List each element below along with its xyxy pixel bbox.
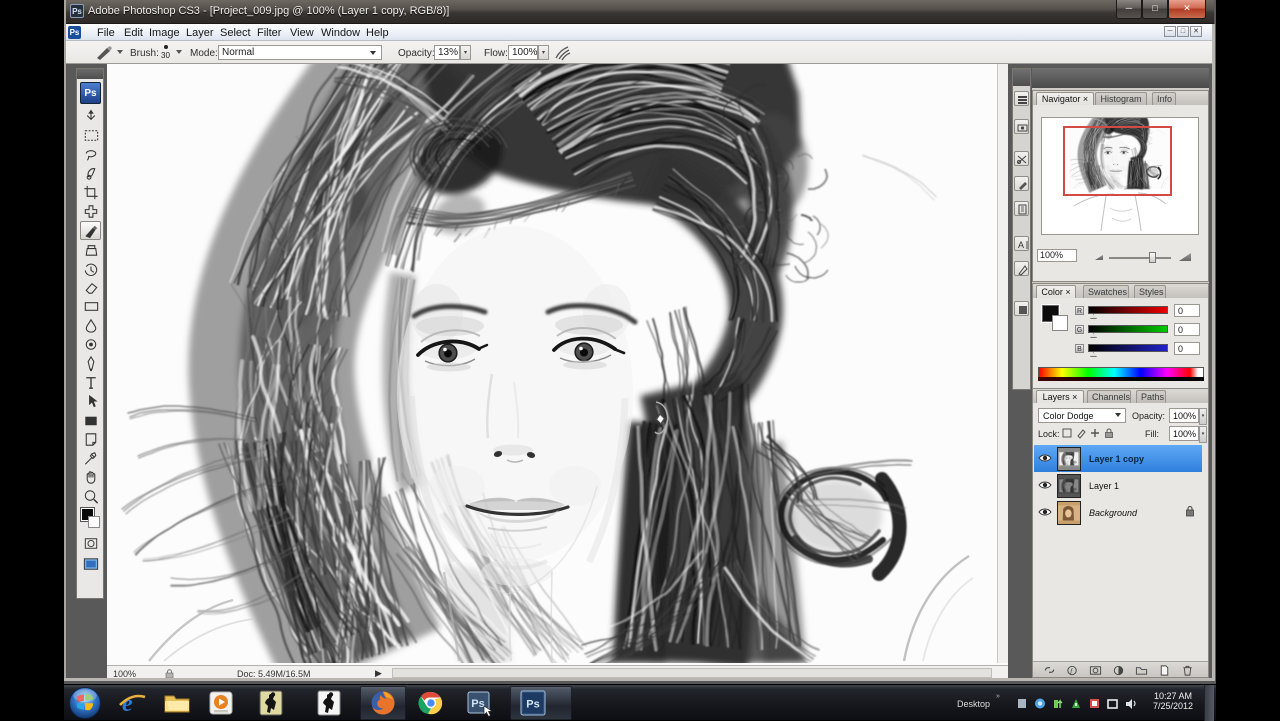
svg-text:A: A bbox=[1018, 240, 1024, 250]
svg-text:Ps: Ps bbox=[526, 699, 539, 711]
svg-text:e: e bbox=[122, 691, 133, 717]
svg-text:Ps: Ps bbox=[471, 698, 484, 710]
svg-text:f: f bbox=[1070, 666, 1073, 675]
